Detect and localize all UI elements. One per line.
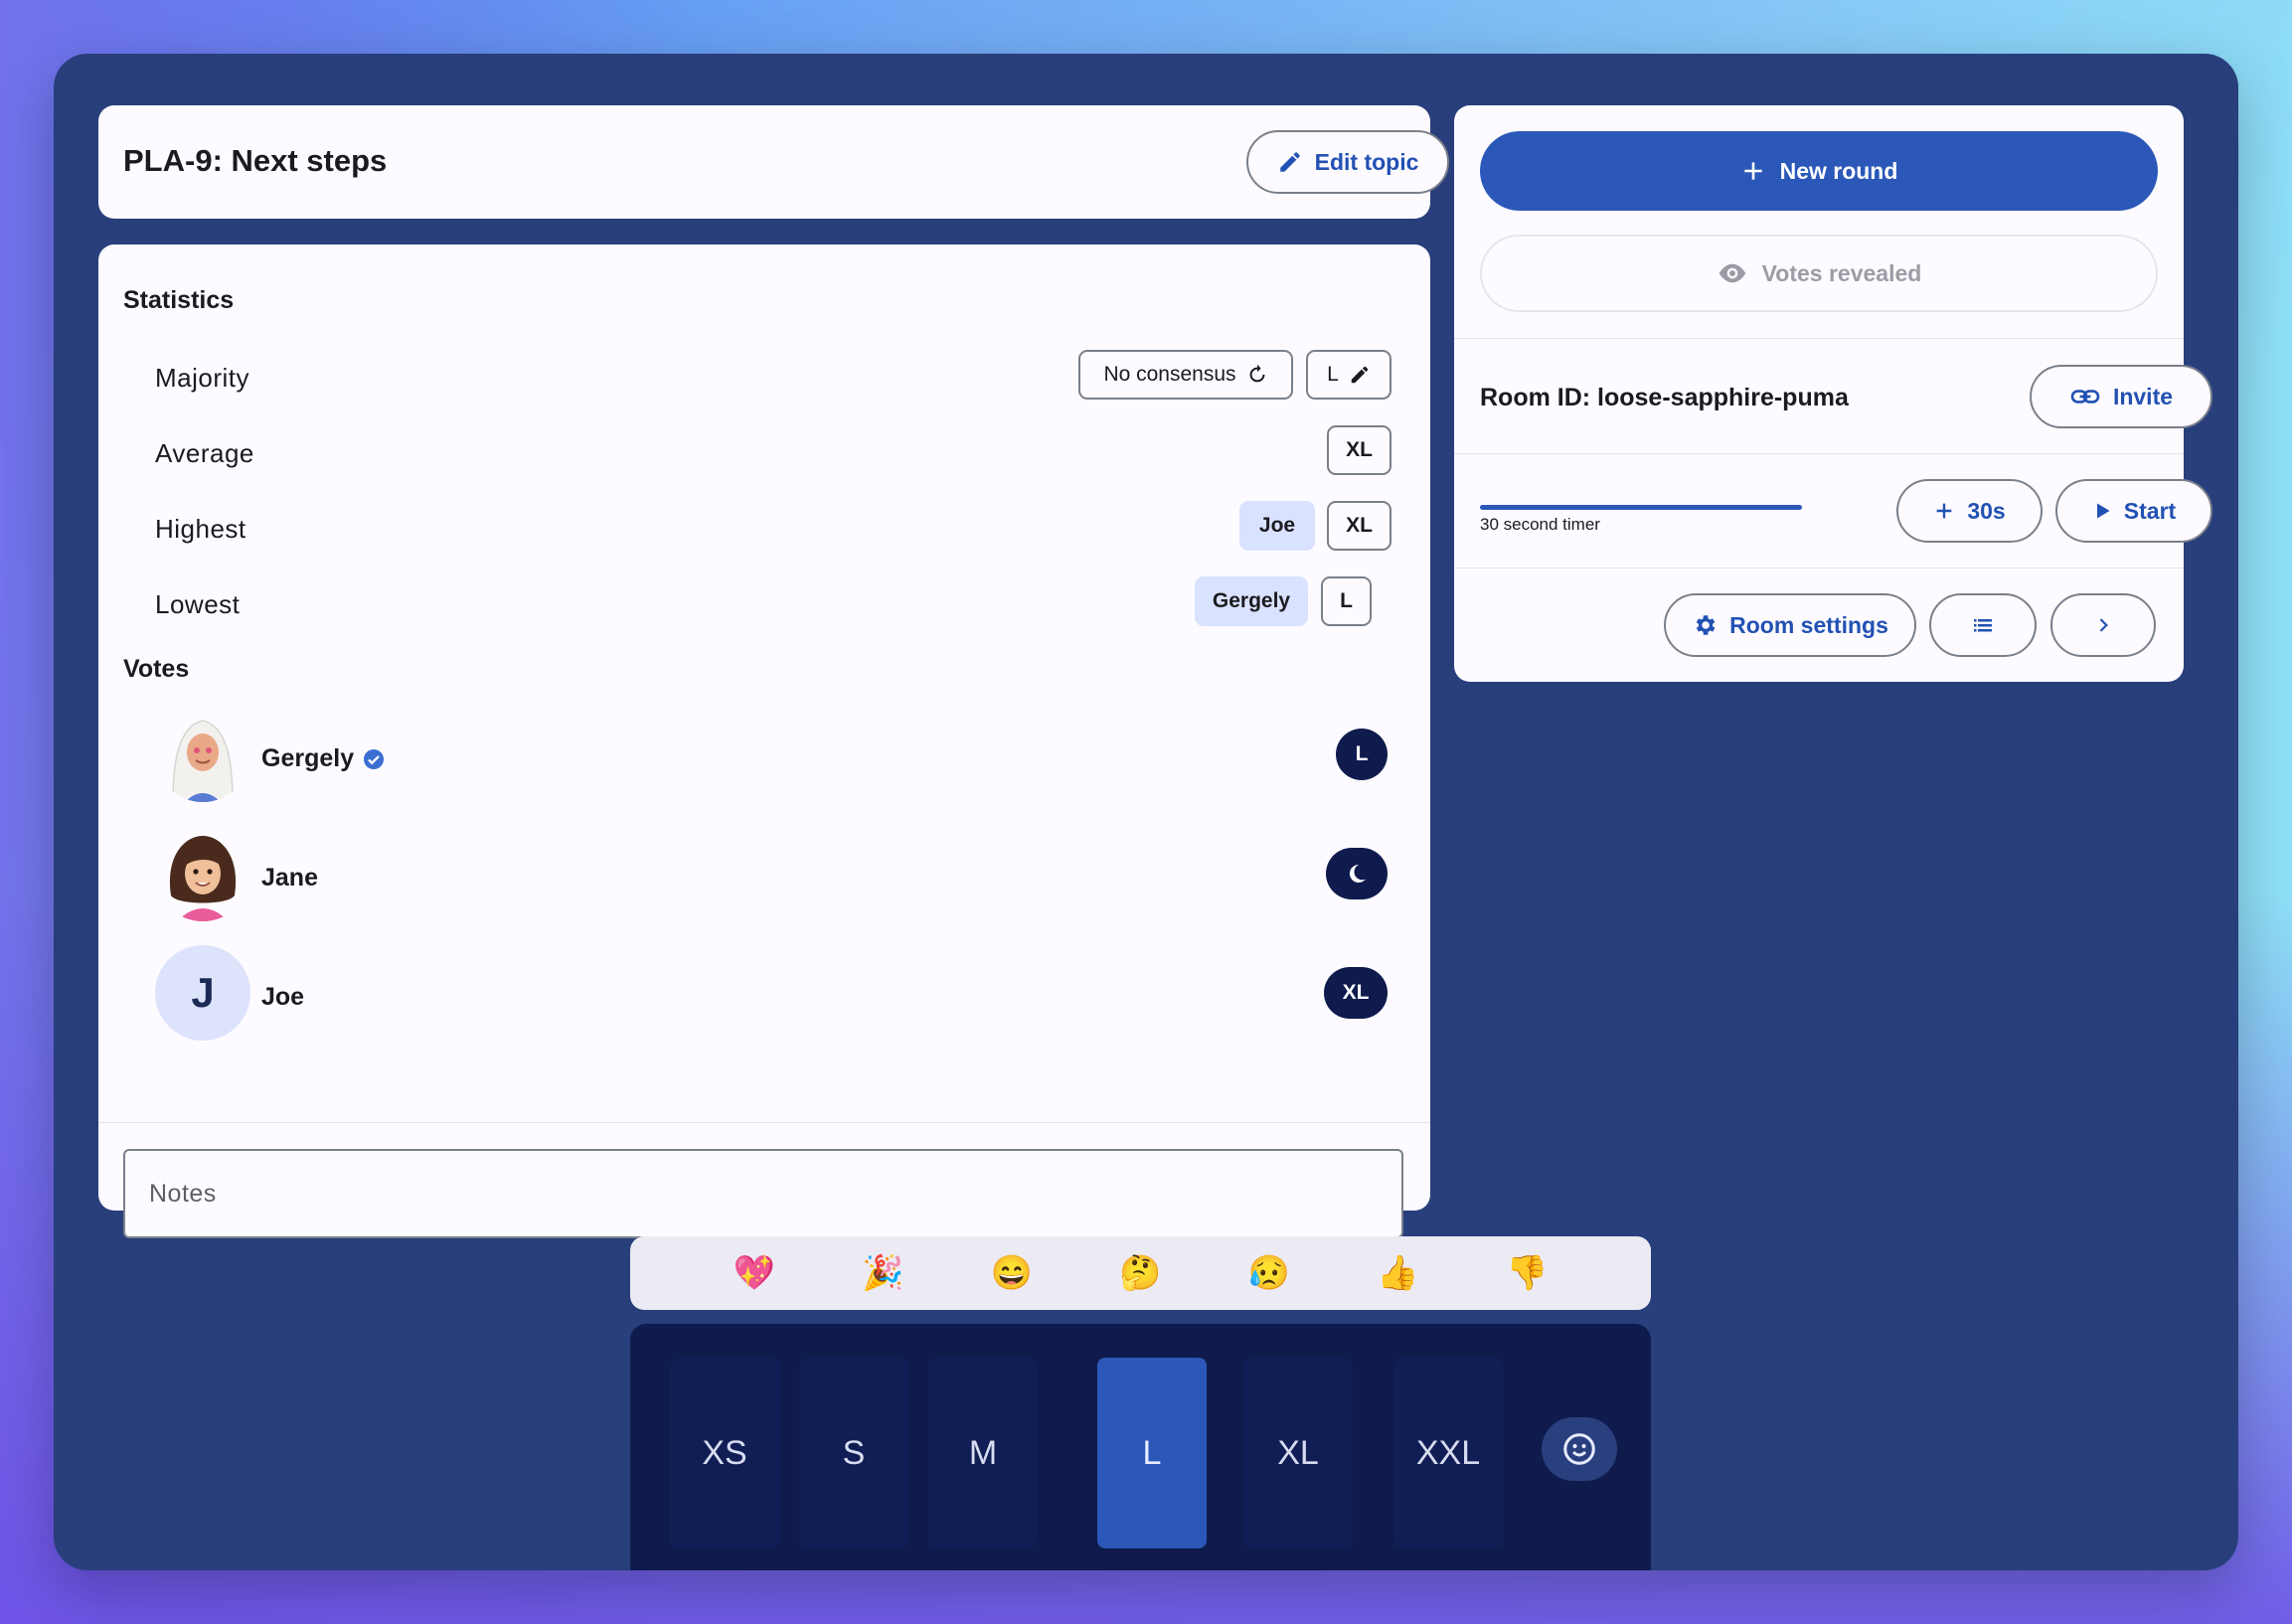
pencil-icon	[1277, 149, 1303, 175]
add-time-button[interactable]: 30s	[1896, 479, 2043, 543]
smiley-icon	[1561, 1431, 1597, 1467]
card-xl[interactable]: XL	[1243, 1358, 1353, 1548]
next-button[interactable]	[2050, 593, 2156, 657]
add-time-label: 30s	[1967, 497, 2006, 524]
vote-badge: XL	[1324, 967, 1388, 1019]
votes-revealed-label: Votes revealed	[1761, 259, 1922, 286]
invite-label: Invite	[2112, 383, 2174, 409]
chevron-right-icon	[2093, 615, 2113, 635]
new-round-button[interactable]: New round	[1480, 131, 2158, 211]
card-m[interactable]: M	[928, 1358, 1038, 1548]
card-xxl[interactable]: XXL	[1393, 1358, 1503, 1548]
voter-name: Joe	[261, 983, 304, 1012]
avatar	[155, 707, 250, 802]
reaction-bar: 💖 🎉 😄 🤔 😥 👍 👎	[630, 1236, 1651, 1310]
start-timer-button[interactable]: Start	[2055, 479, 2212, 543]
divider	[98, 1122, 1430, 1123]
no-consensus-chip[interactable]: No consensus	[1078, 350, 1293, 400]
sad-reaction[interactable]: 😥	[1248, 1256, 1290, 1290]
party-popper-reaction[interactable]: 🎉	[862, 1256, 903, 1290]
majority-value: L	[1327, 363, 1339, 386]
voter-name-text: Joe	[261, 983, 305, 1011]
room-settings-button[interactable]: Room settings	[1664, 593, 1916, 657]
list-icon	[1971, 613, 1995, 637]
no-consensus-label: No consensus	[1103, 363, 1236, 386]
card-xs[interactable]: XS	[670, 1358, 779, 1548]
list-button[interactable]	[1929, 593, 2037, 657]
topic-title: PLA-9: Next steps	[123, 143, 388, 178]
notes-input[interactable]	[123, 1149, 1403, 1238]
vote-badge: L	[1336, 729, 1388, 780]
start-label: Start	[2123, 497, 2177, 524]
edit-topic-label: Edit topic	[1314, 148, 1419, 175]
avatar: J	[155, 945, 250, 1041]
vote-row: Gergely L	[155, 705, 1388, 804]
vote-row: Jane	[155, 824, 1388, 923]
invite-button[interactable]: Invite	[2030, 365, 2212, 428]
new-round-label: New round	[1779, 157, 1898, 184]
plus-icon	[1740, 158, 1766, 184]
highest-label: Highest	[155, 514, 246, 544]
card-l[interactable]: L	[1097, 1358, 1207, 1548]
moon-icon	[1345, 862, 1369, 886]
edit-topic-button[interactable]: Edit topic	[1246, 130, 1449, 194]
timer-progress-bar	[1480, 505, 1802, 510]
votes-revealed-button[interactable]: Votes revealed	[1480, 235, 2158, 312]
voter-name: Gergely	[261, 744, 386, 773]
average-value-chip: XL	[1327, 425, 1392, 475]
thinking-reaction[interactable]: 🤔	[1119, 1256, 1161, 1290]
majority-label: Majority	[155, 363, 250, 393]
emoji-toggle-button[interactable]	[1542, 1417, 1617, 1481]
eye-icon	[1717, 257, 1748, 289]
app-window: PLA-9: Next steps Edit topic Statistics …	[54, 54, 2238, 1570]
card-picker: XS S M L XL XXL	[630, 1324, 1651, 1570]
divider	[1454, 453, 2184, 454]
plus-icon	[1933, 500, 1955, 522]
highest-user-chip: Joe	[1239, 501, 1315, 551]
thumbs-up-reaction[interactable]: 👍	[1377, 1256, 1418, 1290]
play-icon	[2092, 501, 2112, 521]
vote-row: J Joe XL	[155, 943, 1388, 1043]
room-id: Room ID: loose-sapphire-puma	[1480, 384, 1849, 411]
majority-value-chip[interactable]: L	[1306, 350, 1392, 400]
voter-name-text: Gergely	[261, 744, 355, 772]
gear-icon	[1692, 612, 1718, 638]
refresh-icon	[1246, 364, 1268, 386]
voter-name: Jane	[261, 864, 318, 893]
thumbs-down-reaction[interactable]: 👎	[1506, 1256, 1548, 1290]
grin-reaction[interactable]: 😄	[991, 1256, 1033, 1290]
lowest-label: Lowest	[155, 589, 241, 619]
lowest-value-chip: L	[1321, 576, 1372, 626]
controls-card: New round Votes revealed Room ID: loose-…	[1454, 105, 2212, 682]
statistics-heading: Statistics	[123, 286, 235, 314]
timer-label: 30 second timer	[1480, 515, 1600, 534]
vote-badge	[1326, 848, 1388, 899]
avatar	[155, 826, 250, 921]
pencil-icon	[1349, 364, 1371, 386]
room-settings-label: Room settings	[1729, 611, 1888, 638]
verified-badge-icon	[362, 747, 386, 771]
lowest-user-chip: Gergely	[1195, 576, 1308, 626]
card-s[interactable]: S	[799, 1358, 908, 1548]
highest-value-chip: XL	[1327, 501, 1392, 551]
topic-card: PLA-9: Next steps Edit topic	[98, 105, 1449, 219]
link-icon	[2069, 384, 2101, 409]
average-label: Average	[155, 438, 254, 468]
timer-progress-fill	[1480, 505, 1802, 510]
votes-heading: Votes	[123, 655, 190, 683]
voter-name-text: Jane	[261, 864, 318, 892]
divider	[1454, 338, 2184, 339]
sparkling-heart-reaction[interactable]: 💖	[734, 1256, 775, 1290]
statistics-card: Statistics Majority No consensus L Avera…	[98, 244, 1430, 1238]
